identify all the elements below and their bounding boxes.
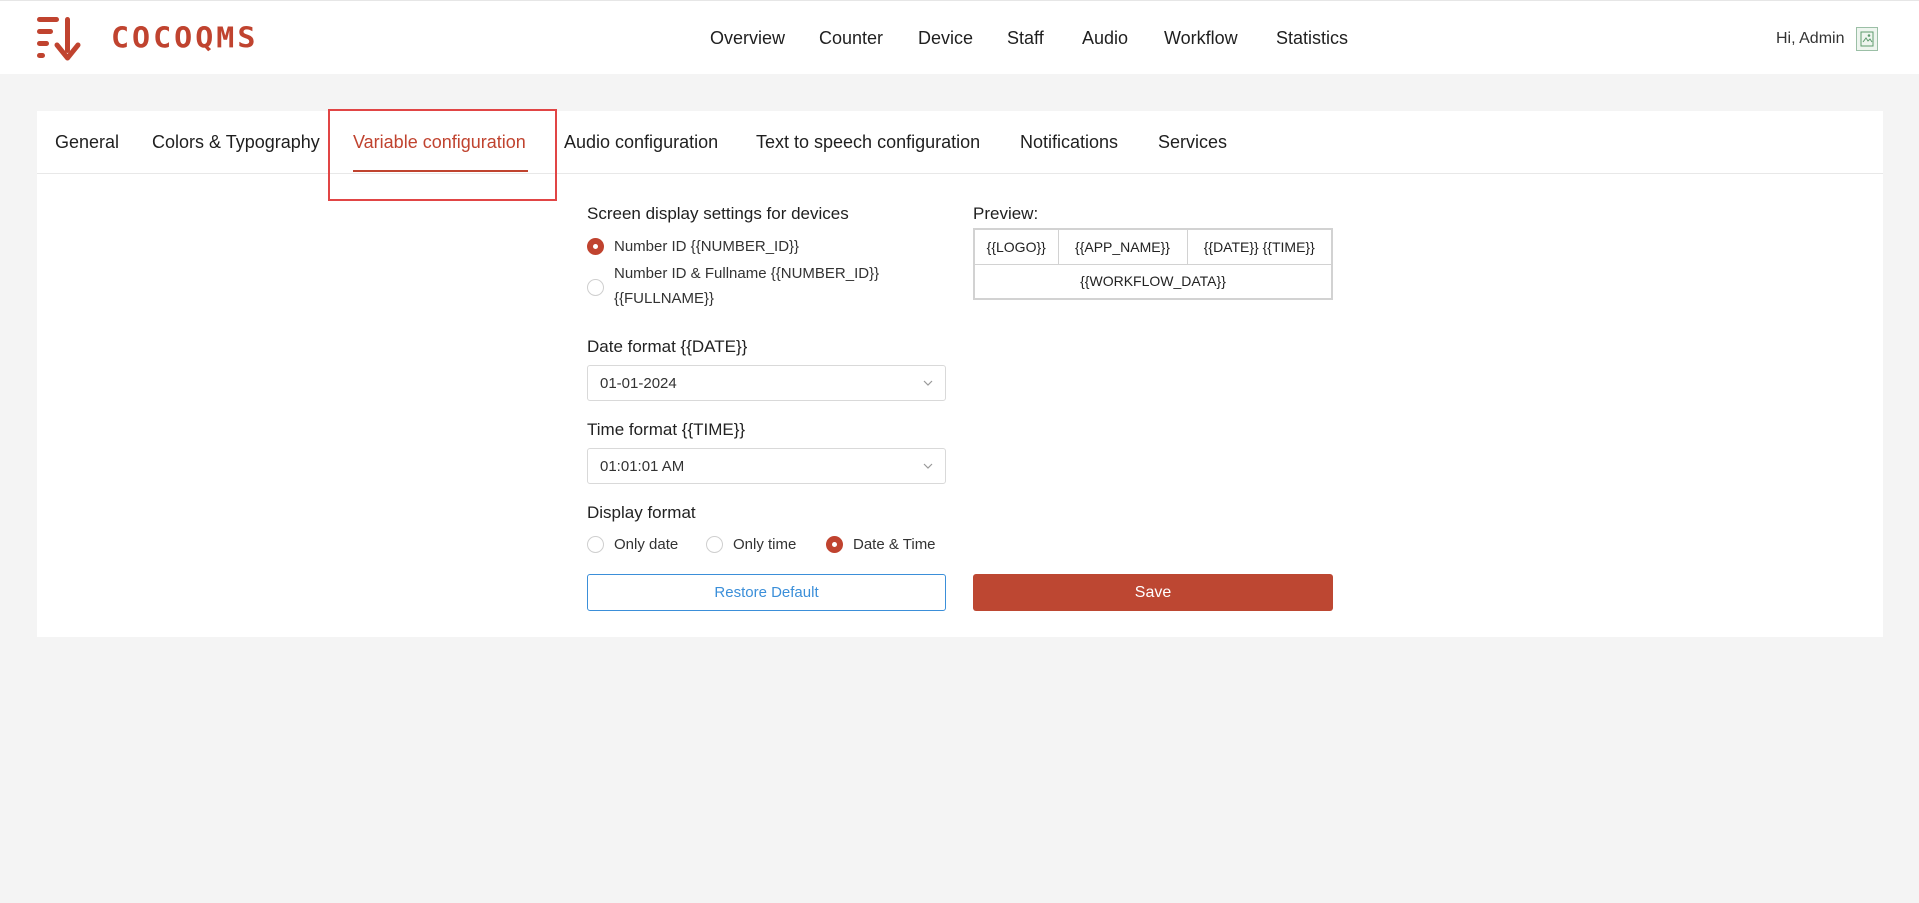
radio-only-time-label: Only time [733, 536, 797, 553]
nav-audio[interactable]: Audio [1082, 28, 1128, 49]
radio-date-time-control[interactable] [826, 536, 843, 553]
date-format-label: Date format {{DATE}} [587, 337, 748, 356]
radio-only-date[interactable]: Only date [587, 536, 678, 557]
avatar[interactable] [1856, 27, 1879, 51]
user-greeting: Hi, Admin [1776, 30, 1845, 47]
chevron-down-icon [923, 380, 933, 386]
preview-label: Preview: [973, 204, 1039, 223]
preview-app-name-cell: {{APP_NAME}} [1057, 228, 1188, 265]
top-header: COCOQMS Overview Counter Device Staff Au… [0, 0, 1919, 74]
radio-only-date-control[interactable] [587, 536, 604, 553]
radio-number-id-fullname-label: Number ID & Fullname {{NUMBER_ID}} {{FUL… [614, 265, 880, 307]
brand-logo[interactable]: COCOQMS [37, 15, 258, 61]
date-format-select[interactable]: 01-01-2024 [587, 365, 946, 401]
tab-text-to-speech-configuration[interactable]: Text to speech configuration [756, 132, 980, 153]
nav-statistics[interactable]: Statistics [1276, 28, 1348, 49]
brand-name: COCOQMS [111, 21, 259, 55]
radio-only-time-control[interactable] [706, 536, 723, 553]
preview-date-time-cell: {{DATE}} {{TIME}} [1186, 228, 1333, 265]
tab-services[interactable]: Services [1158, 132, 1227, 153]
nav-workflow[interactable]: Workflow [1164, 28, 1238, 49]
radio-date-time[interactable]: Date & Time [826, 536, 936, 557]
main-nav: Overview Counter Device Staff Audio Work… [0, 1, 1919, 75]
tab-colors-typography[interactable]: Colors & Typography [152, 132, 320, 153]
nav-device[interactable]: Device [918, 28, 973, 49]
tab-general[interactable]: General [55, 132, 119, 153]
active-tab-indicator [353, 170, 528, 172]
radio-number-id[interactable]: Number ID {{NUMBER_ID}} [587, 238, 799, 259]
time-format-label: Time format {{TIME}} [587, 420, 746, 439]
radio-number-id-control[interactable] [587, 238, 604, 255]
radio-date-time-label: Date & Time [853, 536, 936, 553]
logo-mark-icon [37, 17, 81, 61]
radio-only-time[interactable]: Only time [706, 536, 796, 557]
preview-table: {{LOGO}} {{APP_NAME}} {{DATE}} {{TIME}} … [973, 228, 1333, 300]
radio-number-id-label: Number ID {{NUMBER_ID}} [614, 238, 800, 255]
display-format-label: Display format [587, 503, 696, 522]
radio-number-id-fullname-control[interactable] [587, 279, 604, 296]
radio-only-date-label: Only date [614, 536, 679, 553]
preview-workflow-cell: {{WORKFLOW_DATA}} [973, 263, 1333, 300]
save-button[interactable]: Save [973, 574, 1333, 611]
nav-counter[interactable]: Counter [819, 28, 883, 49]
time-format-select[interactable]: 01:01:01 AM [587, 448, 946, 484]
date-format-value: 01-01-2024 [600, 374, 677, 392]
time-format-value: 01:01:01 AM [600, 457, 685, 475]
chevron-down-icon [923, 463, 933, 469]
tab-audio-configuration[interactable]: Audio configuration [564, 132, 718, 153]
settings-tabs: General Colors & Typography Variable con… [37, 111, 1883, 174]
nav-staff[interactable]: Staff [1007, 28, 1044, 49]
broken-image-icon [1860, 31, 1874, 47]
screen-display-label: Screen display settings for devices [587, 204, 849, 223]
preview-logo-cell: {{LOGO}} [973, 228, 1059, 265]
nav-overview[interactable]: Overview [710, 28, 785, 49]
tab-variable-configuration[interactable]: Variable configuration [353, 132, 526, 153]
restore-default-button[interactable]: Restore Default [587, 574, 946, 611]
radio-number-id-fullname[interactable]: Number ID & Fullname {{NUMBER_ID}} {{FUL… [587, 265, 879, 311]
tab-notifications[interactable]: Notifications [1020, 132, 1118, 153]
settings-card: General Colors & Typography Variable con… [37, 109, 1883, 637]
user-menu[interactable]: Hi, Admin [1776, 27, 1879, 51]
